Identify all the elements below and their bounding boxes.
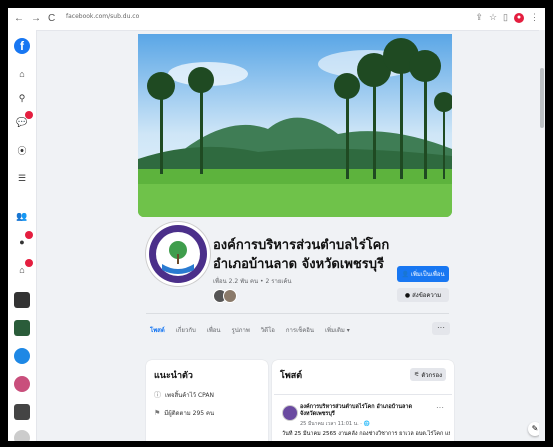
messenger-icon: ● xyxy=(404,291,411,299)
notification-badge xyxy=(25,231,33,239)
page-meta[interactable]: เพื่อน 2.2 พัน คน • 2 รายเค้น xyxy=(213,276,292,286)
share-icon[interactable]: ⇪ xyxy=(475,12,483,23)
tab-posts[interactable]: โพสต์ xyxy=(150,325,165,335)
add-friend-label: เพิ่มเป็นเพื่อน xyxy=(410,271,445,278)
browser-window: ← → C facebook.com/sub.du.co ⇪ ☆ ▯ ● ⋮ f… xyxy=(8,8,545,441)
browser-toolbar: ← → C facebook.com/sub.du.co ⇪ ☆ ▯ ● ⋮ xyxy=(8,8,545,31)
tab-more[interactable]: เพิ่มเติม ▾ xyxy=(325,325,350,335)
post-text: วันที่ 25 มีนาคม 2565 งานคลัง กองช่างวิช… xyxy=(282,431,450,437)
groups-icon[interactable]: ● xyxy=(14,231,33,250)
home-icon[interactable]: ⌂ xyxy=(14,66,30,82)
tab-about[interactable]: เกี่ยวกับ xyxy=(176,325,196,335)
intro-row-text: เพจสิ้นค้าไว้ CPAN xyxy=(165,392,214,399)
page-title: องค์การบริหารส่วนตำบลไร่โคก อำเภอบ้านลาด… xyxy=(213,236,389,274)
posts-title: โพสต์ xyxy=(280,371,303,381)
message-label: ส่งข้อความ xyxy=(412,292,442,299)
filter-button[interactable]: ⚟ ตัวกรอง xyxy=(410,368,446,381)
scrollbar-thumb[interactable] xyxy=(540,68,544,128)
page-title-line1: องค์การบริหารส่วนตำบลไร่โคก xyxy=(213,238,390,253)
shortcut-avatar-3[interactable] xyxy=(14,348,30,364)
messenger-icon[interactable]: 💬 xyxy=(14,111,33,130)
page-tabs: โพสต์ เกี่ยวกับ เพื่อน รูปภาพ วิดีโอ การ… xyxy=(150,325,350,335)
left-rail: f ⌂ ⚲ 💬 ⦿ ☰ 👥 ● ⌂ xyxy=(8,30,37,441)
friend-avatar xyxy=(223,289,237,303)
menu-icon[interactable]: ☰ xyxy=(14,170,30,186)
followers-icon: ⚑ xyxy=(154,409,161,417)
scrollbar[interactable] xyxy=(539,30,545,441)
add-person-icon: 👤 xyxy=(401,270,409,278)
tab-photos[interactable]: รูปภาพ xyxy=(231,325,249,335)
page-title-line2: อำเภอบ้านลาด จังหวัดเพชรบุรี xyxy=(213,257,384,272)
filter-icon: ⚟ xyxy=(413,371,420,378)
profile-icon[interactable]: ● xyxy=(514,12,524,23)
divider xyxy=(146,313,449,314)
search-icon[interactable]: ⚲ xyxy=(14,90,30,106)
shortcut-avatar-4[interactable] xyxy=(14,376,30,392)
shortcut-avatar-2[interactable] xyxy=(14,320,30,336)
toolbar-right: ⇪ ☆ ▯ ● ⋮ xyxy=(475,12,539,23)
message-button[interactable]: ● ส่งข้อความ xyxy=(397,288,449,302)
reload-icon[interactable]: C xyxy=(48,13,55,24)
notification-badge xyxy=(25,259,33,267)
intro-row-text[interactable]: มีผู้ติดตาม 295 คน xyxy=(164,408,214,418)
tab-checkins[interactable]: การเช็คอิน xyxy=(286,325,314,335)
intro-title: แนะนำตัว xyxy=(154,371,193,381)
post-timestamp[interactable]: 25 มีนาคม เวลา 11:01 น. · 🌐 xyxy=(300,420,370,428)
post-author[interactable]: องค์การบริหารส่วนตำบลไร่โคก อำเภอบ้านลาด… xyxy=(300,404,428,418)
cover-photo[interactable] xyxy=(138,34,452,217)
organization-seal-logo xyxy=(149,225,207,283)
shortcut-avatar-1[interactable] xyxy=(14,292,30,308)
facebook-logo-icon[interactable]: f xyxy=(14,38,30,54)
tab-videos[interactable]: วิดีโอ xyxy=(261,325,275,335)
intro-row: ⚑ มีผู้ติดตาม 295 คน xyxy=(154,408,214,418)
sidebar-icon[interactable]: ▯ xyxy=(503,12,508,23)
more-options-button[interactable]: ··· xyxy=(432,322,450,335)
filter-label: ตัวกรอง xyxy=(421,371,443,379)
add-friend-button[interactable]: 👤 เพิ่มเป็นเพื่อน xyxy=(397,266,449,282)
tab-friends[interactable]: เพื่อน xyxy=(207,325,221,335)
post-author-avatar[interactable] xyxy=(282,405,298,421)
post-card: องค์การบริหารส่วนตำบลไร่โคก อำเภอบ้านลาด… xyxy=(274,394,452,441)
nav-controls: ← → C xyxy=(14,13,55,24)
intro-row: ⓘ เพจสิ้นค้าไว้ CPAN xyxy=(154,390,214,400)
compose-icon: ✎ xyxy=(531,424,539,433)
friends-icon[interactable]: 👥 xyxy=(14,208,30,224)
friend-avatars[interactable] xyxy=(213,289,237,303)
intro-card: แนะนำตัว ⓘ เพจสิ้นค้าไว้ CPAN ⚑ มีผู้ติด… xyxy=(146,360,268,441)
profile-picture[interactable] xyxy=(146,222,210,286)
cover-image xyxy=(138,34,452,217)
post-menu-icon[interactable]: ··· xyxy=(436,403,444,412)
shortcut-avatar-5[interactable] xyxy=(14,404,30,420)
marketplace-icon[interactable]: ⌂ xyxy=(14,259,33,278)
address-bar[interactable]: facebook.com/sub.du.co xyxy=(66,13,139,20)
back-icon[interactable]: ← xyxy=(14,13,24,24)
star-icon[interactable]: ☆ xyxy=(489,12,497,23)
notification-badge xyxy=(25,111,33,119)
forward-icon[interactable]: → xyxy=(31,13,41,24)
shortcut-avatar-6[interactable] xyxy=(14,430,30,441)
watch-icon[interactable]: ⦿ xyxy=(14,142,30,158)
info-icon: ⓘ xyxy=(154,391,161,399)
kebab-menu-icon[interactable]: ⋮ xyxy=(530,12,539,23)
